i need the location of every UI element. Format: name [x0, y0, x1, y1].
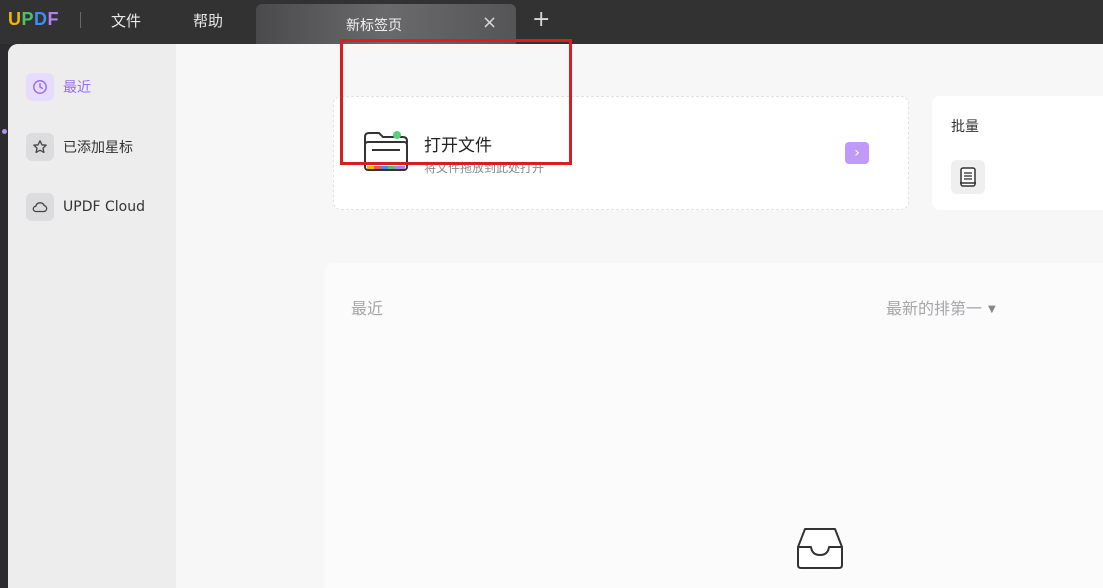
menu-help[interactable]: 帮助 — [193, 10, 223, 31]
sidebar-item-recent[interactable]: 最近 — [26, 72, 171, 102]
add-tab-button[interactable]: + — [532, 9, 550, 31]
sidebar-handle-dot[interactable] — [2, 129, 7, 134]
star-icon — [26, 133, 54, 161]
logo-letter-p: P — [21, 9, 35, 29]
sidebar: 最近 已添加星标 UPDF Cloud — [8, 44, 176, 588]
cloud-icon — [26, 193, 54, 221]
sidebar-item-starred[interactable]: 已添加星标 — [26, 132, 171, 162]
batch-card[interactable]: 批量 — [932, 96, 1103, 210]
sidebar-item-cloud[interactable]: UPDF Cloud — [26, 192, 171, 222]
logo-letter-f: F — [47, 9, 60, 29]
sort-label: 最新的排第一 — [886, 299, 983, 318]
caret-down-icon: ▼ — [988, 304, 996, 315]
title-bar: UPDF 文件 帮助 新标签页 × + — [0, 0, 1103, 44]
recent-section-title: 最近 — [351, 299, 384, 318]
logo-letter-u: U — [8, 9, 22, 29]
tab-close-icon[interactable]: × — [482, 12, 497, 33]
sidebar-item-label: UPDF Cloud — [63, 199, 145, 215]
empty-inbox-icon — [795, 525, 845, 575]
batch-title: 批量 — [951, 119, 979, 135]
sidebar-item-label: 最近 — [63, 80, 91, 96]
left-edge — [0, 44, 8, 588]
logo-letter-d: D — [34, 9, 48, 29]
sidebar-item-label: 已添加星标 — [63, 140, 133, 156]
tab-new-tab[interactable]: 新标签页 × — [256, 4, 516, 44]
tab-title: 新标签页 — [346, 18, 402, 34]
sort-dropdown[interactable]: 最新的排第一 ▼ — [886, 295, 996, 319]
menu-file[interactable]: 文件 — [111, 10, 141, 31]
menu-separator — [80, 12, 81, 28]
updf-logo: UPDF — [8, 9, 59, 30]
recent-panel: 最近 最新的排第一 ▼ — [325, 263, 1103, 588]
highlight-box — [340, 39, 572, 165]
clock-icon — [26, 73, 54, 101]
chevron-right-icon[interactable]: › — [845, 142, 869, 164]
document-stack-icon[interactable] — [951, 160, 985, 194]
